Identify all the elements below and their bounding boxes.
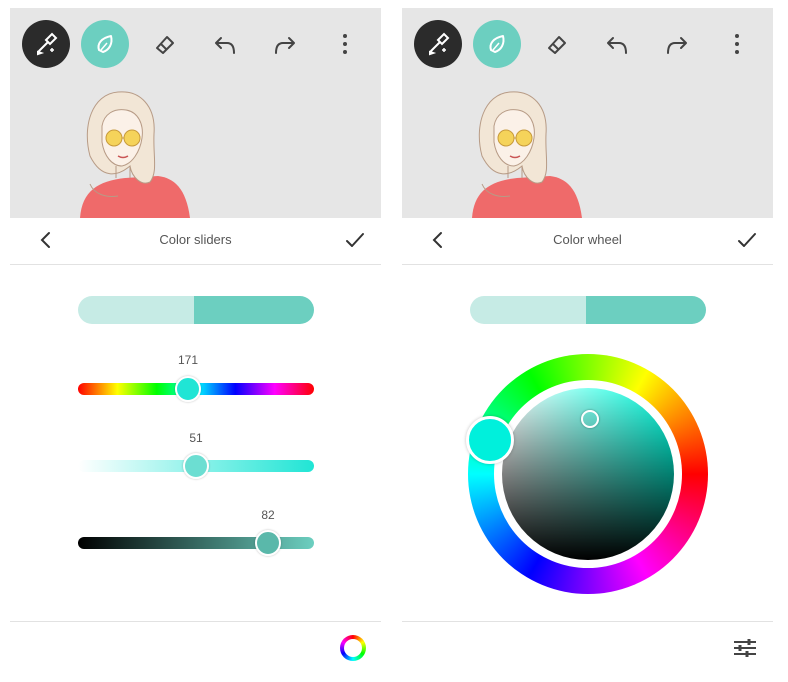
toolbar xyxy=(402,8,773,78)
color-sliders-panel: Color sliders 171 51 82 xyxy=(10,8,381,674)
check-icon[interactable] xyxy=(735,228,759,252)
brightness-slider-thumb[interactable] xyxy=(255,530,281,556)
girl-illustration xyxy=(80,91,190,218)
toolbar xyxy=(10,8,381,78)
previous-color-swatch[interactable] xyxy=(78,296,194,324)
panel-header: Color sliders xyxy=(10,218,381,265)
color-wheel-panel: Color wheel xyxy=(402,8,773,674)
panel-footer xyxy=(10,621,381,674)
hue-value: 171 xyxy=(177,353,199,367)
saturation-brightness-handle[interactable] xyxy=(581,410,599,428)
saturation-slider-thumb[interactable] xyxy=(183,453,209,479)
color-preview xyxy=(470,296,706,324)
drawing-canvas[interactable] xyxy=(402,8,773,218)
previous-color-swatch[interactable] xyxy=(470,296,586,324)
redo-icon[interactable] xyxy=(653,20,701,68)
eraser-icon[interactable] xyxy=(141,20,189,68)
undo-icon[interactable] xyxy=(593,20,641,68)
hue-handle[interactable] xyxy=(466,416,514,464)
panel-header: Color wheel xyxy=(402,218,773,265)
panel-footer xyxy=(402,621,773,674)
color-wheel-icon[interactable] xyxy=(339,634,367,662)
color-wheel[interactable] xyxy=(466,354,708,594)
color-preview xyxy=(78,296,314,324)
blend-icon[interactable] xyxy=(81,20,129,68)
panel-title: Color sliders xyxy=(159,232,232,247)
brush-settings-icon[interactable] xyxy=(22,20,70,68)
girl-illustration xyxy=(472,91,582,218)
redo-icon[interactable] xyxy=(261,20,309,68)
brush-settings-icon[interactable] xyxy=(414,20,462,68)
eraser-icon[interactable] xyxy=(533,20,581,68)
more-icon[interactable] xyxy=(321,20,369,68)
brightness-value: 82 xyxy=(261,508,275,522)
current-color-swatch xyxy=(585,296,706,324)
panel-title: Color wheel xyxy=(553,232,622,247)
undo-icon[interactable] xyxy=(201,20,249,68)
saturation-value: 51 xyxy=(189,431,203,445)
hue-slider-thumb[interactable] xyxy=(175,376,201,402)
drawing-canvas[interactable] xyxy=(10,8,381,218)
current-color-swatch xyxy=(193,296,314,324)
sliders-icon[interactable] xyxy=(731,634,759,662)
more-icon[interactable] xyxy=(713,20,761,68)
blend-icon[interactable] xyxy=(473,20,521,68)
check-icon[interactable] xyxy=(343,228,367,252)
